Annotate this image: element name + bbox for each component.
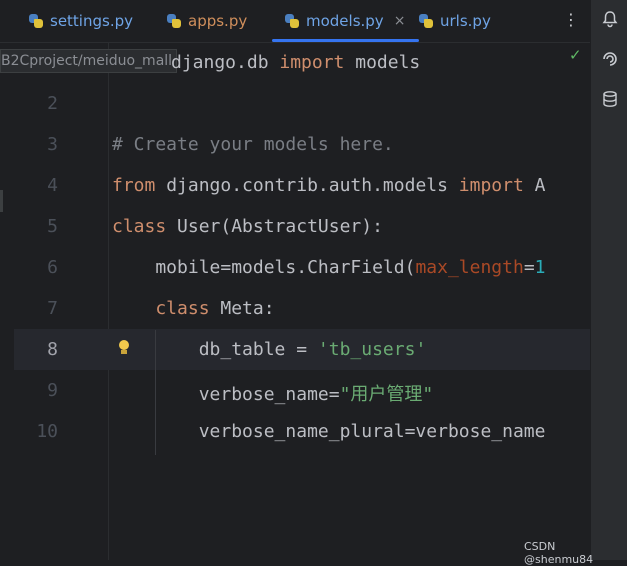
code-line-4[interactable]: from django.contrib.auth.models import A [112,175,546,196]
line-number[interactable]: 2 [20,93,58,114]
code-line-7[interactable]: class Meta: [112,298,274,319]
scroll-marker [0,190,3,212]
close-icon[interactable]: × [394,13,406,29]
current-line-number[interactable]: 8 [20,339,58,360]
code-line-5[interactable]: class User(AbstractUser): [112,216,383,237]
line-number[interactable]: 3 [20,134,58,155]
tab-models-py[interactable]: models.py × [271,0,420,42]
line-number[interactable]: 4 [20,175,58,196]
line-number[interactable]: 6 [20,257,58,278]
line-number[interactable]: 7 [20,298,58,319]
more-options-icon[interactable]: ⋮ [563,10,579,29]
right-tool-window-strip [590,0,627,560]
database-icon[interactable] [600,90,620,110]
editor-tab-bar: settings.py apps.py models.py × urls.py … [0,0,590,43]
code-line-10[interactable]: verbose_name_plural=verbose_name [112,421,546,442]
ai-assistant-icon[interactable] [600,50,620,70]
python-file-icon [28,13,44,29]
inspection-ok-icon[interactable]: ✓ [569,46,582,64]
code-line-3[interactable]: # Create your models here. [112,134,394,155]
tab-settings-py[interactable]: settings.py [28,0,133,42]
line-number[interactable]: 5 [20,216,58,237]
project-path-tooltip: B2Cproject/meiduo_mall [0,49,178,73]
notifications-icon[interactable] [600,10,620,30]
code-line-9[interactable]: verbose_name="用户管理" [112,380,434,406]
line-number[interactable]: 9 [20,380,58,401]
code-line-1[interactable]: django.db import models [171,52,420,73]
python-file-icon [418,13,434,29]
tab-apps-py[interactable]: apps.py [166,0,247,42]
tab-label: settings.py [50,12,133,30]
code-line-8[interactable]: db_table = 'tb_users' [112,339,427,360]
tab-label: urls.py [440,12,491,30]
tab-label: apps.py [188,12,248,30]
line-number[interactable]: 10 [20,421,58,442]
tab-urls-py[interactable]: urls.py [418,0,491,42]
python-file-icon [166,13,182,29]
tab-label: models.py [306,12,384,30]
code-line-6[interactable]: mobile=models.CharField(max_length=1 [112,257,545,278]
python-file-icon [284,13,300,29]
watermark-text: CSDN @shenmu84 [524,540,594,566]
